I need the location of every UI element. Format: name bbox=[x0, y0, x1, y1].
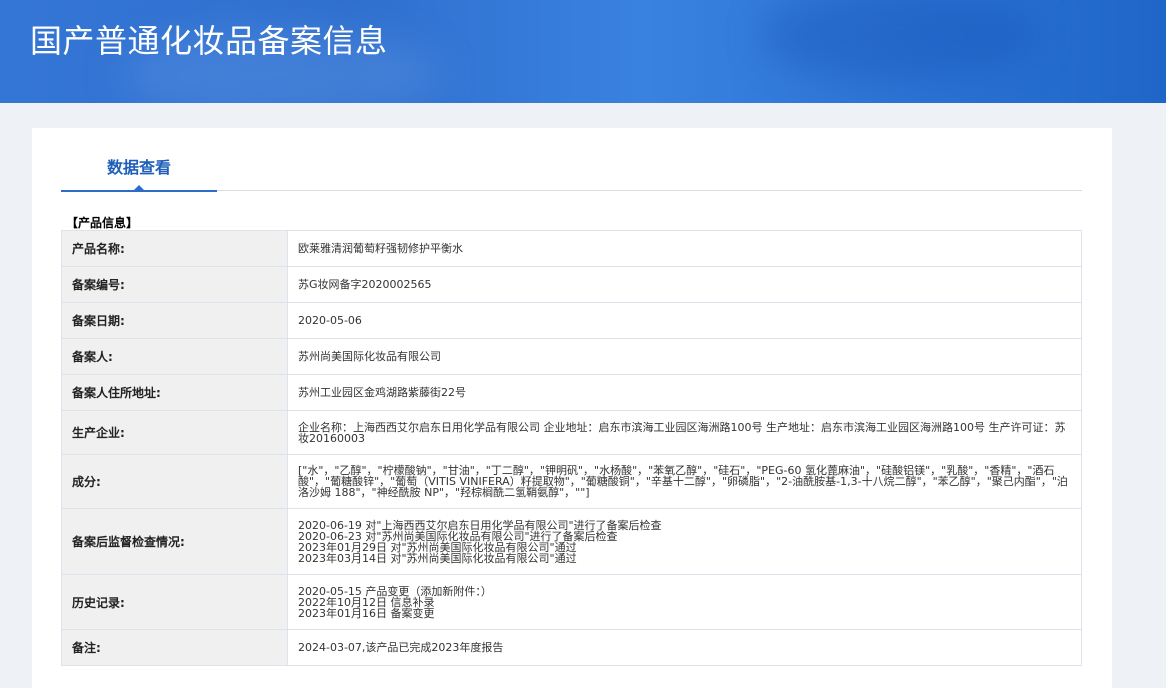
product-name-value: 欧莱雅清润葡萄籽强韧修护平衡水 bbox=[287, 230, 1082, 267]
field-label: 备案日期: bbox=[61, 302, 288, 339]
table-row-inspection: 备案后监督检查情况: 2020-06-19 对"上海西西艾尔启东日用化学品有限公… bbox=[61, 508, 1082, 575]
content-card: 数据查看 【产品信息】 产品名称: 欧莱雅清润葡萄籽强韧修护平衡水 备案编号: … bbox=[32, 128, 1112, 688]
remarks-value: 2024-03-07,该产品已完成2023年度报告 bbox=[287, 629, 1082, 666]
history-line: 2022年10月12日 信息补录 bbox=[298, 595, 435, 609]
table-row-ingredients: 成分: ["水"，"乙醇"，"柠檬酸钠"，"甘油"，"丁二醇"，"钾明矾"，"水… bbox=[61, 454, 1082, 509]
table-row-manufacturer: 生产企业: 企业名称：上海西西艾尔启东日用化学品有限公司 企业地址：启东市滨海工… bbox=[61, 410, 1082, 455]
record-date-value: 2020-05-06 bbox=[287, 302, 1082, 339]
field-label: 历史记录: bbox=[61, 574, 288, 630]
history-line: 2023年01月16日 备案变更 bbox=[298, 606, 435, 620]
table-row-registrant-address: 备案人住所地址: 苏州工业园区金鸡湖路紫藤街22号 bbox=[61, 374, 1082, 411]
inspection-line: 2020-06-23 对"苏州尚美国际化妆品有限公司"进行了备案后检查 bbox=[298, 529, 618, 543]
table-row-record-no: 备案编号: 苏G妆网备字2020002565 bbox=[61, 266, 1082, 303]
history-value: 2020-05-15 产品变更（添加新附件：） 2022年10月12日 信息补录… bbox=[287, 574, 1082, 630]
active-tab-caret-icon bbox=[133, 185, 145, 191]
field-label: 成分: bbox=[61, 454, 288, 509]
table-row-product-name: 产品名称: 欧莱雅清润葡萄籽强韧修护平衡水 bbox=[61, 230, 1082, 267]
field-label: 备案人住所地址: bbox=[61, 374, 288, 411]
table-row-history: 历史记录: 2020-05-15 产品变更（添加新附件：） 2022年10月12… bbox=[61, 574, 1082, 630]
table-row-record-date: 备案日期: 2020-05-06 bbox=[61, 302, 1082, 339]
inspection-line: 2020-06-19 对"上海西西艾尔启东日用化学品有限公司"进行了备案后检查 bbox=[298, 518, 662, 532]
product-info-table: 产品名称: 欧莱雅清润葡萄籽强韧修护平衡水 备案编号: 苏G妆网备字202000… bbox=[61, 230, 1082, 666]
ingredients-value: ["水"，"乙醇"，"柠檬酸钠"，"甘油"，"丁二醇"，"钾明矾"，"水杨酸"，… bbox=[287, 454, 1082, 509]
history-line: 2020-05-15 产品变更（添加新附件：） bbox=[298, 584, 492, 598]
field-label: 产品名称: bbox=[61, 230, 288, 267]
registrant-address-value: 苏州工业园区金鸡湖路紫藤街22号 bbox=[287, 374, 1082, 411]
field-label: 备案后监督检查情况: bbox=[61, 508, 288, 575]
tab-bar: 数据查看 bbox=[61, 128, 1082, 192]
field-label: 备案编号: bbox=[61, 266, 288, 303]
page-title: 国产普通化妆品备案信息 bbox=[30, 22, 388, 60]
registrant-value: 苏州尚美国际化妆品有限公司 bbox=[287, 338, 1082, 375]
inspection-value: 2020-06-19 对"上海西西艾尔启东日用化学品有限公司"进行了备案后检查 … bbox=[287, 508, 1082, 575]
table-row-registrant: 备案人: 苏州尚美国际化妆品有限公司 bbox=[61, 338, 1082, 375]
field-label: 生产企业: bbox=[61, 410, 288, 455]
banner-decoration bbox=[760, 0, 1040, 80]
tab-data-view[interactable]: 数据查看 bbox=[61, 128, 217, 192]
inspection-line: 2023年01月29日 对"苏州尚美国际化妆品有限公司"通过 bbox=[298, 540, 577, 554]
section-title-product-info: 【产品信息】 bbox=[66, 216, 139, 230]
record-number-value: 苏G妆网备字2020002565 bbox=[287, 266, 1082, 303]
manufacturer-value: 企业名称：上海西西艾尔启东日用化学品有限公司 企业地址：启东市滨海工业园区海洲路… bbox=[287, 410, 1082, 455]
field-label: 备注: bbox=[61, 629, 288, 666]
inspection-line: 2023年03月14日 对"苏州尚美国际化妆品有限公司"通过 bbox=[298, 551, 577, 565]
page-header-banner: 国产普通化妆品备案信息 bbox=[0, 0, 1166, 103]
tab-label: 数据查看 bbox=[106, 158, 171, 177]
field-label: 备案人: bbox=[61, 338, 288, 375]
table-row-remarks: 备注: 2024-03-07,该产品已完成2023年度报告 bbox=[61, 629, 1082, 666]
